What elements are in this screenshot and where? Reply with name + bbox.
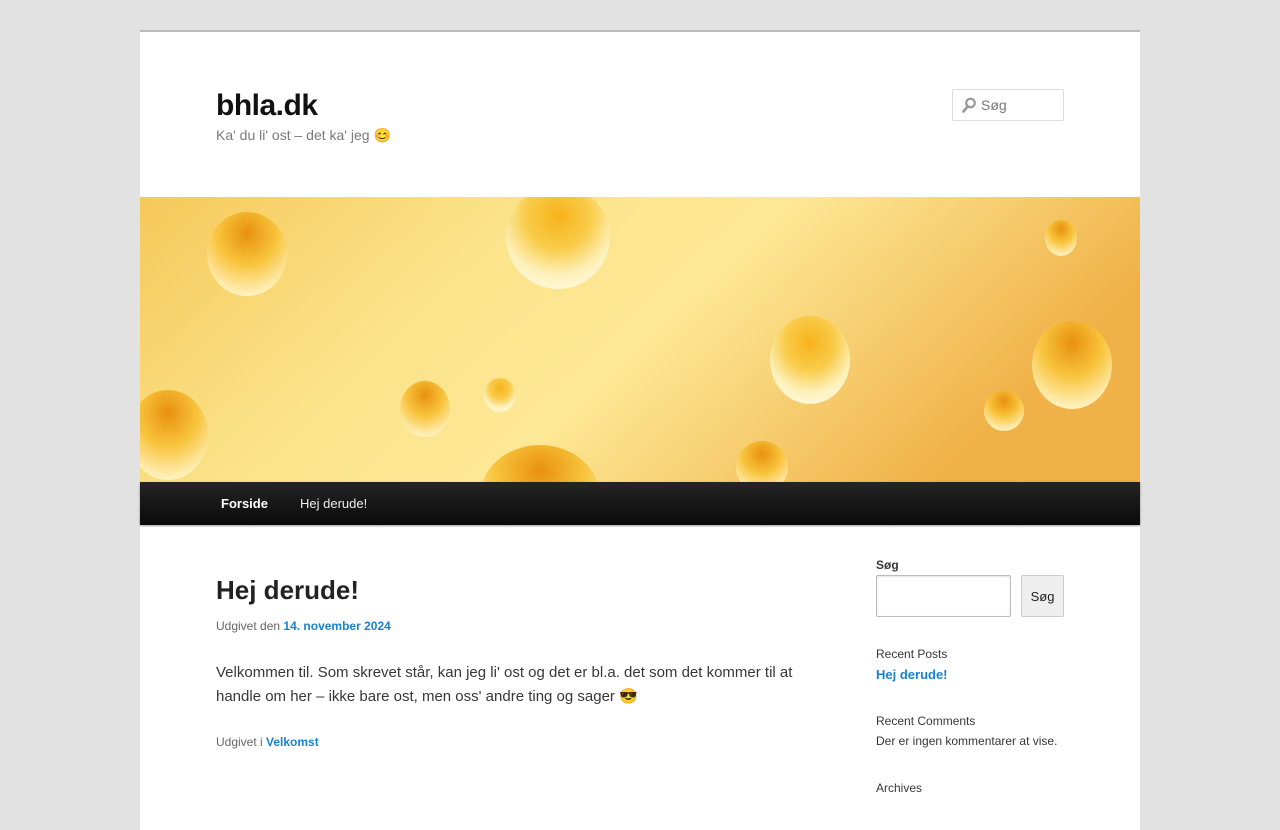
widget-recent-posts-title: Recent Posts	[876, 647, 948, 661]
post-meta-prefix: Udgivet den	[216, 619, 281, 633]
post-footer: Udgivet i Velkomst	[216, 735, 319, 749]
post-category-link[interactable]: Velkomst	[266, 735, 319, 749]
recent-post-link[interactable]: Hej derude!	[876, 667, 948, 682]
recent-comments-empty: Der er ingen kommentarer at vise.	[876, 734, 1058, 748]
widget-search-input[interactable]	[876, 575, 1011, 617]
site-title[interactable]: bhla.dk	[216, 89, 318, 123]
post-meta: Udgivet den 14. november 2024	[216, 619, 391, 633]
nav-item-hej-derude[interactable]: Hej derude!	[285, 482, 382, 525]
page-container: bhla.dk Ka' du li' ost – det ka' jeg 😊 S…	[140, 30, 1140, 830]
widget-recent-comments-title: Recent Comments	[876, 714, 976, 728]
widget-archives-title: Archives	[876, 781, 923, 795]
post-date-link[interactable]: 14. november 2024	[283, 619, 390, 633]
main-navigation: Forside Hej derude!	[140, 482, 1140, 525]
search-icon	[962, 97, 976, 113]
header-banner-image	[140, 197, 1140, 482]
post-category-prefix: Udgivet i	[216, 735, 263, 749]
post-title[interactable]: Hej derude!	[216, 575, 359, 606]
header-search[interactable]	[952, 89, 1064, 121]
post-content: Velkommen til. Som skrevet står, kan jeg…	[216, 664, 793, 705]
site-description: Ka' du li' ost – det ka' jeg 😊	[216, 127, 391, 143]
nav-item-forside[interactable]: Forside	[206, 482, 283, 525]
widget-search-title: Søg	[876, 558, 899, 572]
header-search-input[interactable]	[981, 96, 1059, 114]
widget-search-button[interactable]: Søg	[1021, 575, 1064, 617]
